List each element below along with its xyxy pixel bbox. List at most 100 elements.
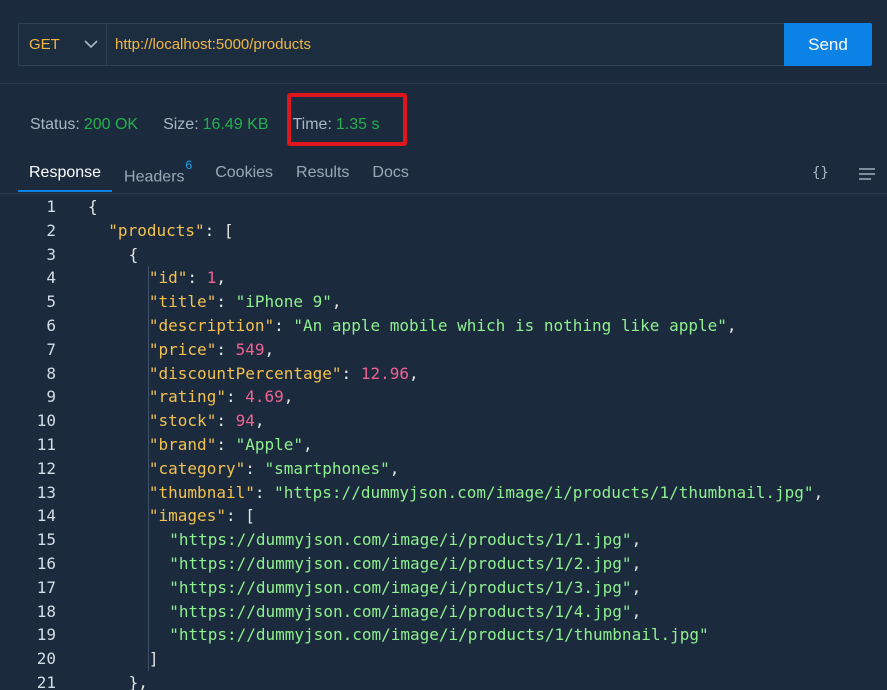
code-line: 4 "id": 1,	[0, 266, 887, 290]
json-punctuation: : [	[204, 220, 234, 240]
code-text: "https://dummyjson.com/image/i/products/…	[169, 552, 641, 576]
scrollbar[interactable]	[876, 195, 887, 690]
code-line: 17 "https://dummyjson.com/image/i/product…	[0, 576, 887, 600]
json-punctuation: :	[341, 363, 361, 383]
code-line: 5 "title": "iPhone 9",	[0, 290, 887, 314]
tab-response[interactable]: Response	[18, 155, 113, 192]
tab-docs[interactable]: Docs	[361, 155, 419, 191]
tab-cookies-label: Cookies	[215, 164, 274, 181]
code-text: "id": 1,	[149, 266, 226, 290]
request-bar: GET http://localhost:5000/products Send	[18, 23, 872, 66]
chevron-down-icon	[84, 40, 98, 49]
code-text: "price": 549,	[149, 338, 274, 362]
json-string: "https://dummyjson.com/image/i/products/…	[274, 482, 814, 502]
code-text: "products": [	[108, 219, 233, 243]
code-text: "https://dummyjson.com/image/i/products/…	[169, 600, 641, 624]
code-line: 3{	[0, 243, 887, 267]
braces-icon[interactable]: {}	[812, 165, 829, 181]
code-line: 12 "category": "smartphones",	[0, 457, 887, 481]
code-text: {	[88, 195, 98, 219]
json-punctuation: :	[254, 482, 275, 502]
json-punctuation: ,	[726, 315, 737, 335]
line-number: 2	[46, 220, 56, 240]
json-string: "https://dummyjson.com/image/i/products/…	[169, 625, 709, 645]
line-number: 20	[36, 649, 56, 669]
line-number: 21	[36, 672, 56, 690]
send-button[interactable]: Send	[784, 23, 872, 66]
response-tabs: Response Headers6 Cookies Results Docs	[18, 155, 887, 193]
json-punctuation: ,	[631, 553, 642, 573]
code-line: 18 "https://dummyjson.com/image/i/product…	[0, 600, 887, 624]
json-string: "https://dummyjson.com/image/i/products/…	[169, 530, 632, 550]
line-number: 6	[46, 315, 56, 335]
json-key: "price"	[148, 339, 217, 359]
code-line: 20]	[0, 647, 887, 671]
json-number: 1	[206, 268, 217, 288]
code-line: 6 "description": "An apple mobile which i…	[0, 314, 887, 338]
api-client-window: GET http://localhost:5000/products Send …	[0, 0, 887, 690]
code-line: 16 "https://dummyjson.com/image/i/product…	[0, 552, 887, 576]
json-key: "title"	[148, 292, 217, 312]
json-punctuation: ,	[254, 411, 265, 431]
code-line: 15 "https://dummyjson.com/image/i/product…	[0, 528, 887, 552]
json-key: "rating"	[148, 387, 226, 407]
code-line: 8 "discountPercentage": 12.96,	[0, 362, 887, 386]
line-number: 4	[46, 268, 56, 288]
code-text: "images": [	[149, 504, 255, 528]
json-punctuation: ,	[303, 434, 313, 454]
tabs-border	[0, 193, 887, 194]
tab-response-label: Response	[29, 164, 102, 181]
json-string: "An apple mobile which is nothing like a…	[293, 315, 727, 335]
json-punctuation: ,	[389, 458, 400, 478]
method-select[interactable]: GET	[19, 24, 107, 65]
code-text: "https://dummyjson.com/image/i/products/…	[169, 576, 641, 600]
code-text: "brand": "Apple",	[149, 433, 313, 457]
tab-results[interactable]: Results	[285, 155, 360, 191]
code-text: "rating": 4.69,	[149, 385, 294, 409]
json-key: "description"	[148, 315, 275, 335]
code-text: "stock": 94,	[149, 409, 265, 433]
url-input[interactable]: http://localhost:5000/products	[107, 24, 784, 65]
line-number: 5	[46, 292, 56, 312]
code-text: "description": "An apple mobile which is…	[149, 314, 737, 338]
line-number: 3	[46, 244, 56, 264]
json-punctuation: ,	[631, 530, 642, 550]
tab-headers[interactable]: Headers6	[113, 155, 203, 195]
status-label: Status:	[30, 116, 80, 133]
tab-cookies[interactable]: Cookies	[204, 155, 284, 191]
code-text: "https://dummyjson.com/image/i/products/…	[169, 623, 708, 647]
json-key: "images"	[148, 506, 226, 526]
line-number: 14	[36, 506, 56, 526]
line-number: 12	[36, 458, 56, 478]
json-punctuation: :	[216, 434, 236, 454]
code-text: "title": "iPhone 9",	[149, 290, 342, 314]
line-number: 17	[36, 577, 56, 597]
response-body[interactable]: 1{2 "products": [3{4 "id": 1, 5 "title": "iP…	[0, 195, 887, 690]
status-value: 200 OK	[83, 116, 139, 133]
menu-icon[interactable]	[858, 167, 876, 186]
json-punctuation: ]	[148, 649, 159, 669]
line-number: 19	[36, 625, 56, 645]
json-punctuation: {	[88, 197, 98, 216]
time-highlight-box	[287, 93, 407, 146]
json-punctuation: },	[128, 672, 148, 690]
code-text: {	[129, 243, 139, 267]
line-number: 13	[36, 482, 56, 502]
code-line: 1{	[0, 195, 887, 219]
json-key: "id"	[148, 268, 188, 288]
json-string: "Apple"	[235, 434, 304, 454]
json-punctuation: :	[216, 292, 236, 312]
size-label: Size:	[163, 116, 199, 133]
indent-guide	[147, 266, 149, 671]
line-number: 10	[36, 411, 56, 431]
code-text: "thumbnail": "https://dummyjson.com/imag…	[149, 481, 823, 505]
json-number: 94	[235, 411, 255, 431]
status-stat: Status: 200 OK	[30, 116, 138, 134]
line-number: 11	[36, 434, 56, 454]
code-line: 11 "brand": "Apple",	[0, 433, 887, 457]
code-line: 14 "images": [	[0, 504, 887, 528]
line-number: 15	[36, 530, 56, 550]
code-line: 9 "rating": 4.69,	[0, 385, 887, 409]
headers-count-badge: 6	[185, 158, 193, 172]
json-key: "products"	[108, 220, 205, 240]
